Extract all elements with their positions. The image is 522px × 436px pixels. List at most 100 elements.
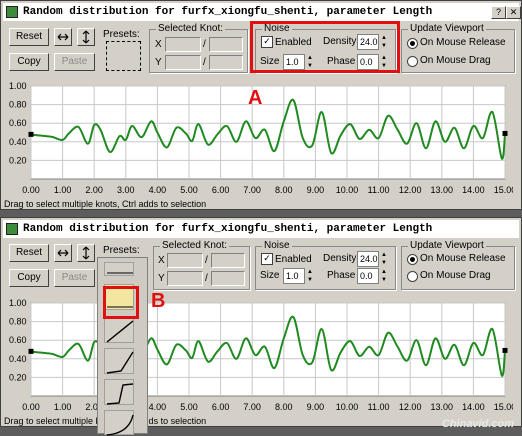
density-label: Density xyxy=(323,253,357,264)
preset-linear-ramp[interactable] xyxy=(104,317,134,343)
knot-y-slash: / xyxy=(203,57,206,68)
density-value[interactable]: 24.0 xyxy=(357,251,379,267)
x-tick-label: 3.00 xyxy=(117,185,135,195)
highlight-box-b xyxy=(103,286,139,319)
title-bar[interactable]: Random distribution for furfx_xiongfu_sh… xyxy=(3,3,521,21)
presets-dropdown[interactable] xyxy=(97,257,148,436)
knot-y-field[interactable] xyxy=(167,271,203,286)
knot-x-label: X xyxy=(155,39,162,50)
knot-x-field-2[interactable] xyxy=(209,37,243,52)
close-icon[interactable]: ✕ xyxy=(506,6,521,19)
radio-mouse-release-label: On Mouse Release xyxy=(420,253,506,264)
radio-mouse-drag[interactable] xyxy=(407,271,418,282)
x-tick-label: 12.00 xyxy=(399,185,422,195)
preset-swatch[interactable] xyxy=(106,41,141,71)
x-tick-label: 12.00 xyxy=(399,402,422,412)
knot-x-field-2[interactable] xyxy=(211,253,245,268)
knot-y-field[interactable] xyxy=(165,55,201,70)
y-tick-label: 0.20 xyxy=(9,155,27,165)
radio-mouse-release-label: On Mouse Release xyxy=(420,37,506,48)
copy-button[interactable]: Copy xyxy=(9,53,49,71)
preset-flat-line[interactable] xyxy=(104,262,134,276)
horizontal-arrows-icon[interactable] xyxy=(54,244,72,262)
y-tick-label: 0.80 xyxy=(9,317,27,327)
knot-end xyxy=(502,130,508,136)
knot-end xyxy=(502,347,508,353)
x-tick-label: 1.00 xyxy=(54,402,72,412)
presets-label: Presets: xyxy=(103,245,140,256)
preset-ease[interactable] xyxy=(104,410,134,436)
density-spinner[interactable]: 24.0 ▲ ▼ xyxy=(357,251,388,267)
knot-x-slash: / xyxy=(203,39,206,50)
spinner-arrows-icon[interactable]: ▲ ▼ xyxy=(306,268,314,284)
update-viewport-title: Update Viewport xyxy=(408,240,486,251)
update-viewport-title: Update Viewport xyxy=(408,23,486,34)
phase-spinner[interactable]: 0.0 ▲ ▼ xyxy=(357,268,388,284)
x-tick-label: 6.00 xyxy=(212,402,230,412)
x-tick-label: 11.00 xyxy=(368,185,390,195)
x-tick-label: 10.00 xyxy=(336,402,359,412)
window-title: Random distribution for furfx_xiongfu_sh… xyxy=(23,6,433,18)
knot-x-field[interactable] xyxy=(167,253,203,268)
vertical-arrows-icon[interactable] xyxy=(77,28,95,46)
x-tick-label: 4.00 xyxy=(149,185,167,195)
x-tick-label: 4.00 xyxy=(149,402,167,412)
app-icon xyxy=(6,6,18,18)
radio-mouse-release[interactable] xyxy=(407,254,418,265)
noise-enabled-checkbox[interactable]: ✓ xyxy=(261,253,273,265)
x-tick-label: 5.00 xyxy=(180,185,198,195)
knot-start xyxy=(28,348,34,354)
x-tick-label: 13.00 xyxy=(431,402,454,412)
x-tick-label: 0.00 xyxy=(22,402,40,412)
knot-y-label: Y xyxy=(158,273,165,284)
y-tick-label: 1.00 xyxy=(9,81,27,91)
x-tick-label: 9.00 xyxy=(307,185,325,195)
reset-button[interactable]: Reset xyxy=(9,28,49,46)
annotation-label-b: B xyxy=(151,290,166,312)
size-spinner[interactable]: 1.0 ▲ ▼ xyxy=(283,268,314,284)
x-tick-label: 2.00 xyxy=(85,185,103,195)
y-tick-label: 0.20 xyxy=(9,372,27,382)
x-tick-label: 0.00 xyxy=(22,185,40,195)
preset-step[interactable] xyxy=(104,379,134,405)
presets-label: Presets: xyxy=(103,29,140,40)
knot-y-slash: / xyxy=(205,273,208,284)
knot-start xyxy=(28,131,34,137)
spinner-arrows-icon[interactable]: ▲ ▼ xyxy=(380,251,388,267)
title-bar[interactable]: Random distribution for furfx_xiongfu_sh… xyxy=(3,220,519,238)
x-tick-label: 8.00 xyxy=(275,402,293,412)
paste-button[interactable]: Paste xyxy=(54,269,95,287)
x-tick-label: 14.00 xyxy=(462,402,485,412)
phase-label: Phase xyxy=(327,270,356,281)
noise-title: Noise xyxy=(262,240,292,251)
copy-button[interactable]: Copy xyxy=(9,269,49,287)
horizontal-arrows-icon[interactable] xyxy=(54,28,72,46)
phase-value[interactable]: 0.0 xyxy=(357,268,379,284)
app-icon xyxy=(6,223,18,235)
reset-button[interactable]: Reset xyxy=(9,244,49,262)
curve-graph[interactable]: 0.001.002.003.004.005.006.007.008.009.00… xyxy=(9,295,513,416)
highlight-box-a xyxy=(250,21,400,73)
selected-knot-title: Selected Knot: xyxy=(160,240,230,251)
x-tick-label: 7.00 xyxy=(243,185,261,195)
knot-x-field[interactable] xyxy=(165,37,201,52)
knot-y-field-2[interactable] xyxy=(211,271,245,286)
update-viewport-group: Update Viewport xyxy=(401,23,515,73)
size-value[interactable]: 1.0 xyxy=(283,268,305,284)
watermark-text: Chinavid.com xyxy=(441,418,514,430)
knot-y-field-2[interactable] xyxy=(209,55,243,70)
size-label: Size xyxy=(260,270,280,281)
spinner-arrows-icon[interactable]: ▲ ▼ xyxy=(380,268,388,284)
x-tick-label: 15.00 xyxy=(494,402,513,412)
knot-x-label: X xyxy=(158,255,165,266)
preset-curve-ramp[interactable] xyxy=(104,348,134,374)
knot-y-label: Y xyxy=(155,57,162,68)
radio-mouse-drag[interactable] xyxy=(407,56,418,67)
y-tick-label: 1.00 xyxy=(9,298,27,308)
paste-button[interactable]: Paste xyxy=(54,53,95,71)
vertical-arrows-icon[interactable] xyxy=(77,244,95,262)
annotation-label-a: A xyxy=(248,87,263,109)
window-title: Random distribution for furfx_xiongfu_sh… xyxy=(23,223,433,235)
help-icon[interactable]: ? xyxy=(491,6,506,19)
radio-mouse-release[interactable] xyxy=(407,38,418,49)
